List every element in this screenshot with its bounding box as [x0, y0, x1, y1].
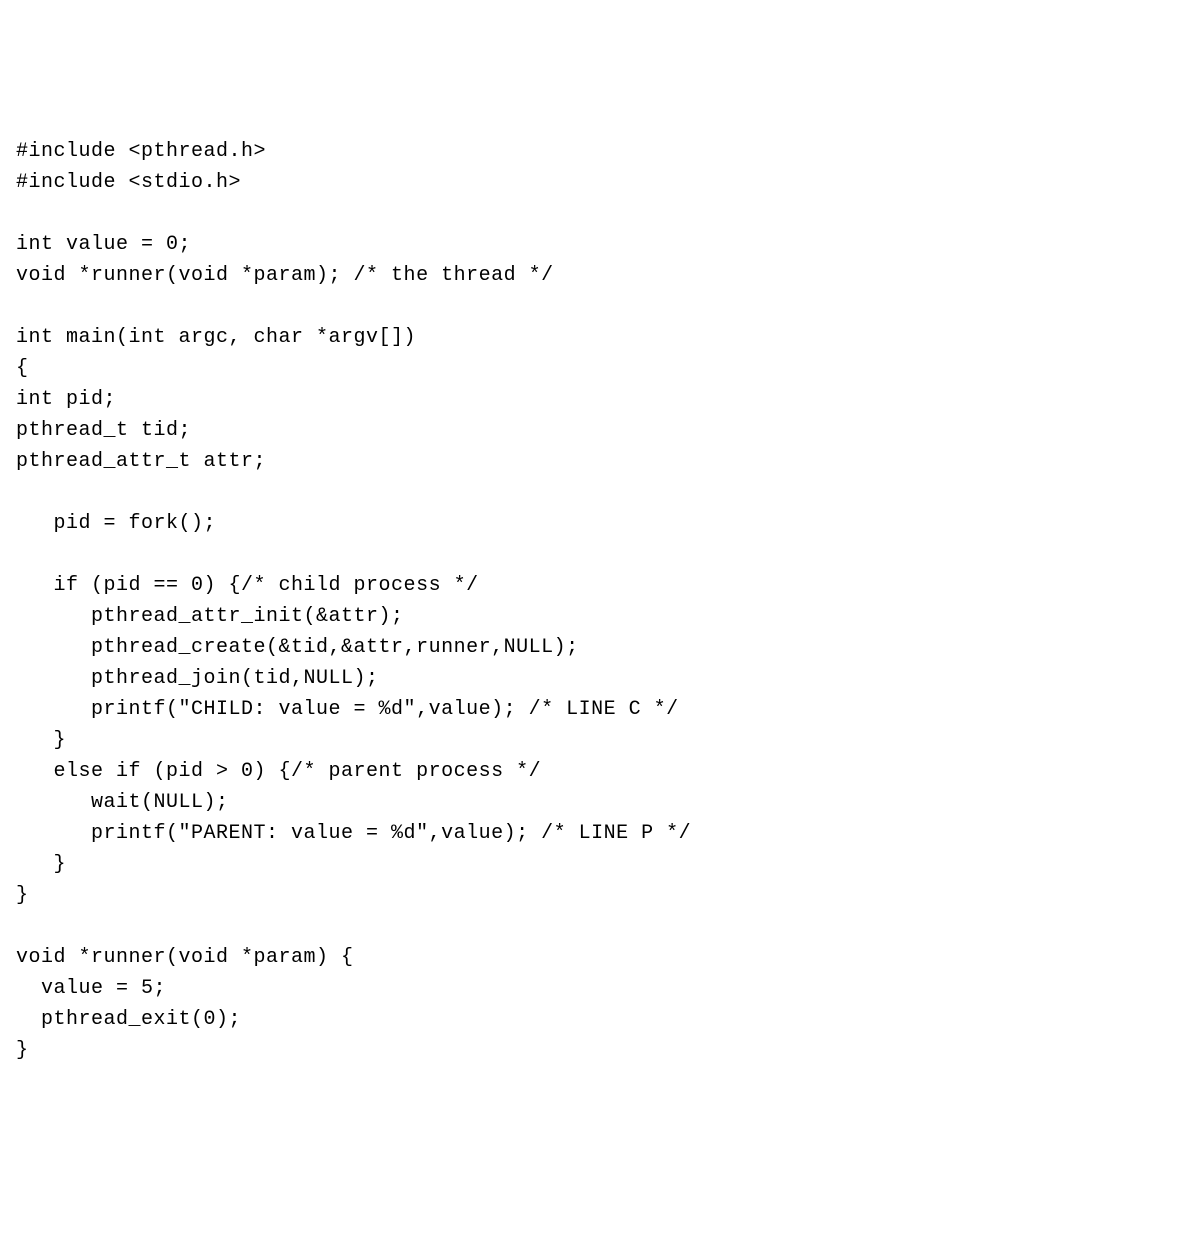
code-listing: #include <pthread.h> #include <stdio.h> … — [16, 136, 1162, 1066]
